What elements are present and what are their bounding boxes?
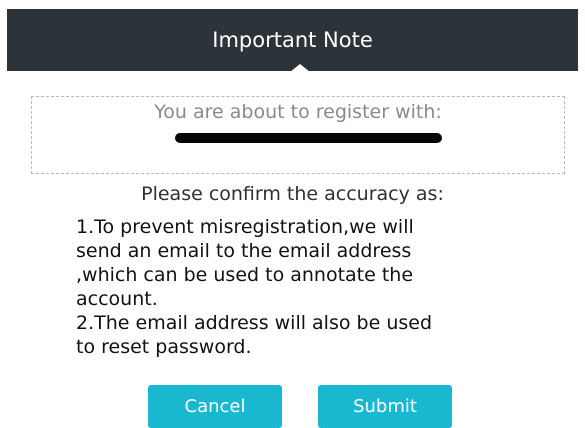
note-line: send an email to the email address: [76, 240, 412, 262]
submit-button[interactable]: Submit: [318, 385, 452, 428]
redacted-account-email: [175, 133, 442, 143]
note-line: account.: [76, 288, 158, 310]
confirm-label: Please confirm the accuracy as:: [141, 183, 444, 205]
note-line: to reset password.: [76, 336, 252, 358]
important-note-dialog: Important Note You are about to register…: [0, 0, 585, 428]
cancel-button[interactable]: Cancel: [148, 385, 282, 428]
note-line: 2.The email address will also be used: [76, 312, 433, 334]
note-line: 1.To prevent misregistration,we will: [76, 216, 414, 238]
notes-list: 1.To prevent misregistration,we will sen…: [76, 215, 516, 359]
account-box: You are about to register with:: [31, 96, 565, 174]
header-notch: [290, 64, 310, 72]
note-line: ,which can be used to annotate the: [76, 264, 414, 286]
account-intro: You are about to register with:: [154, 101, 442, 123]
dialog-title: Important Note: [212, 28, 373, 52]
dialog-header: Important Note: [7, 9, 578, 71]
